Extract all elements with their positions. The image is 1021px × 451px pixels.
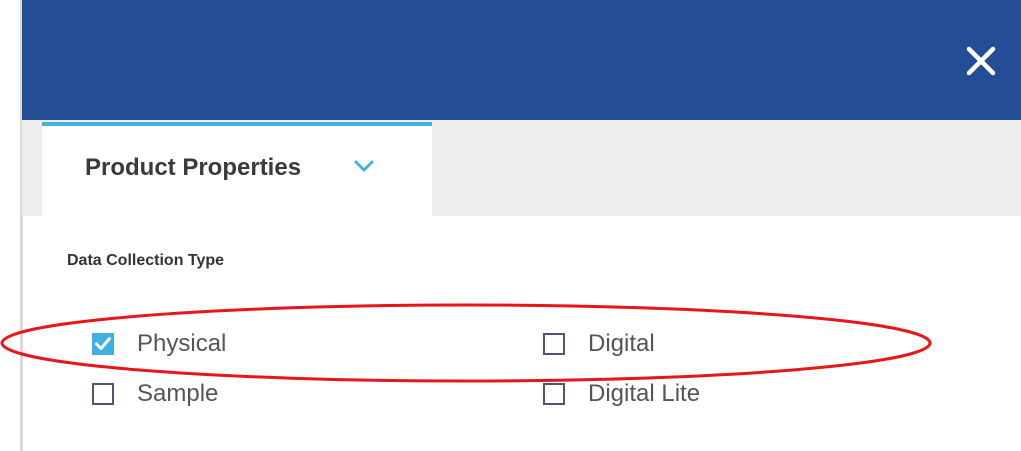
checkbox-unchecked[interactable] <box>543 383 565 405</box>
close-button[interactable] <box>958 38 1004 84</box>
checkbox-option-sample[interactable]: Sample <box>92 379 218 409</box>
checkbox-option-digital-lite[interactable]: Digital Lite <box>543 379 700 409</box>
tab-product-properties[interactable]: Product Properties <box>42 122 432 216</box>
checkbox-option-physical[interactable]: Physical <box>92 329 226 359</box>
checkbox-checked[interactable] <box>92 333 114 355</box>
checkbox-unchecked[interactable] <box>543 333 565 355</box>
option-label-digital-lite: Digital Lite <box>588 380 701 407</box>
chevron-down-icon <box>354 160 374 172</box>
option-label-physical: Physical <box>137 330 227 357</box>
section-title: Data Collection Type <box>67 252 225 269</box>
checkmark-icon <box>95 337 111 350</box>
checkbox-option-digital[interactable]: Digital <box>543 329 655 359</box>
option-label-sample: Sample <box>137 380 219 407</box>
dialog-header <box>22 0 1021 120</box>
tab-label: Product Properties <box>85 154 302 181</box>
option-label-digital: Digital <box>588 330 655 357</box>
checkbox-unchecked[interactable] <box>92 383 114 405</box>
close-icon <box>966 46 996 76</box>
